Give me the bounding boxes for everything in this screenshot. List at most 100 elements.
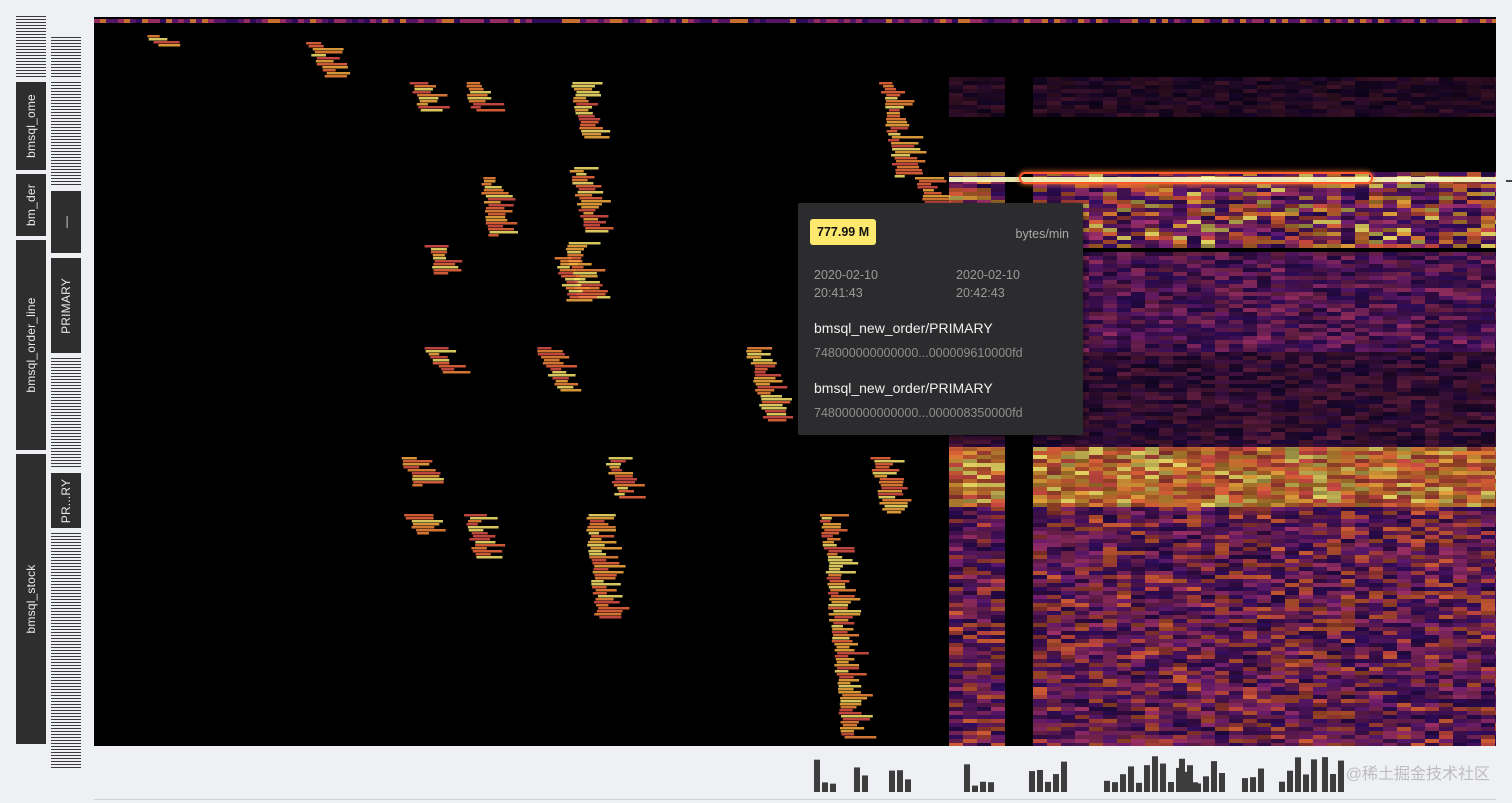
heat-cell: [977, 495, 991, 499]
heat-cell: [1229, 109, 1243, 113]
index-label-4[interactable]: [51, 358, 81, 468]
heat-cell: [1425, 483, 1439, 487]
heat-cell: [828, 604, 849, 607]
heat-cell: [1341, 555, 1355, 559]
heat-cell: [484, 19, 490, 23]
heat-cell: [1397, 272, 1411, 276]
heat-cell: [1420, 19, 1426, 23]
heat-cell: [1201, 467, 1215, 471]
heat-cell: [1173, 587, 1187, 591]
heat-cell: [1033, 184, 1047, 188]
heat-cell: [839, 676, 854, 679]
heat-cell: [1131, 547, 1145, 551]
heat-cell: [1271, 344, 1285, 348]
heat-cell: [1033, 495, 1047, 499]
heat-cell: [1467, 499, 1481, 503]
heat-cell: [1467, 252, 1481, 256]
heat-cell: [1299, 463, 1313, 467]
heat-cell: [1159, 412, 1173, 416]
heat-cell: [1131, 471, 1145, 475]
heat-cell: [1159, 97, 1173, 101]
heat-cell: [1243, 400, 1257, 404]
index-label-6[interactable]: [51, 533, 81, 769]
heat-cell: [1047, 77, 1061, 81]
heat-cell: [1187, 491, 1201, 495]
heat-cell: [1481, 344, 1495, 348]
heat-cell: [568, 290, 583, 293]
heat-cell: [1425, 499, 1439, 503]
heat-cell: [1089, 336, 1103, 340]
heat-cell: [991, 487, 1005, 491]
heat-cell: [1201, 376, 1215, 380]
heat-cell: [977, 459, 991, 463]
heat-cell: [1467, 384, 1481, 388]
index-label-3[interactable]: PRIMARY: [51, 258, 81, 353]
heat-cell: [561, 275, 581, 278]
heat-cell: [1173, 220, 1187, 224]
heat-cell: [1369, 89, 1383, 93]
heat-cell: [573, 97, 587, 100]
heat-cell: [1257, 424, 1271, 428]
index-label-1[interactable]: [51, 82, 81, 186]
heat-cell: [1355, 312, 1369, 316]
heat-cell: [991, 555, 1005, 559]
heat-cell: [1061, 81, 1075, 85]
heat-cell: [1187, 89, 1201, 93]
table-label-1[interactable]: bmsql_ome: [16, 82, 46, 170]
heat-cell: [1061, 531, 1075, 535]
heat-cell: [1425, 491, 1439, 495]
heat-cell: [917, 183, 932, 186]
heat-cell: [1453, 196, 1467, 200]
heatmap-canvas[interactable]: [94, 17, 1496, 746]
heat-cell: [1201, 308, 1215, 312]
heat-cell: [1243, 551, 1257, 555]
heat-cell: [1383, 113, 1397, 117]
index-label-2[interactable]: —: [51, 191, 81, 253]
heat-cell: [1397, 212, 1411, 216]
heat-cell: [1229, 499, 1243, 503]
key-visualizer-heatmap[interactable]: [94, 17, 1496, 746]
heat-cell: [1257, 436, 1271, 440]
heat-cell: [1243, 511, 1257, 515]
table-label-2[interactable]: bm_der: [16, 174, 46, 236]
table-label-0[interactable]: [16, 16, 46, 78]
heat-cell: [1047, 511, 1061, 515]
table-label-4[interactable]: bmsql_stock: [16, 454, 46, 744]
heat-cell: [991, 196, 1005, 200]
heat-cell: [1299, 232, 1313, 236]
index-label-5[interactable]: PR...RY: [51, 473, 81, 528]
heat-cell: [1131, 503, 1145, 507]
heat-cell: [946, 19, 952, 23]
heat-cell: [1439, 284, 1453, 288]
heat-cell: [1411, 416, 1425, 420]
heat-cell: [1145, 467, 1159, 471]
heat-cell: [1327, 384, 1341, 388]
heat-cell: [1285, 539, 1299, 543]
heat-cell: [1173, 300, 1187, 304]
heat-cell: [1131, 579, 1145, 583]
heat-cell: [1159, 475, 1173, 479]
heat-cell: [1411, 172, 1425, 176]
heat-cell: [994, 19, 1000, 23]
heat-cell: [1285, 447, 1299, 451]
heat-cell: [1425, 192, 1439, 196]
heat-cell: [613, 484, 645, 487]
heat-cell: [1131, 583, 1145, 587]
heat-cell: [1397, 216, 1411, 220]
heat-cell: [1369, 587, 1383, 591]
heat-cell: [1467, 224, 1481, 228]
index-label-0[interactable]: [51, 37, 81, 77]
heat-cell: [1257, 280, 1271, 284]
heat-cell: [1425, 479, 1439, 483]
heat-cell: [1425, 352, 1439, 356]
heat-cell: [409, 82, 429, 85]
heat-cell: [1089, 292, 1103, 296]
heat-cell: [1257, 459, 1271, 463]
heat-cell: [1299, 348, 1313, 352]
table-label-3[interactable]: bmsql_order_line: [16, 240, 46, 450]
heat-cell: [977, 583, 991, 587]
heat-cell: [1411, 567, 1425, 571]
heat-cell: [1439, 272, 1453, 276]
heat-cell: [1243, 292, 1257, 296]
heat-cell: [1383, 432, 1397, 436]
